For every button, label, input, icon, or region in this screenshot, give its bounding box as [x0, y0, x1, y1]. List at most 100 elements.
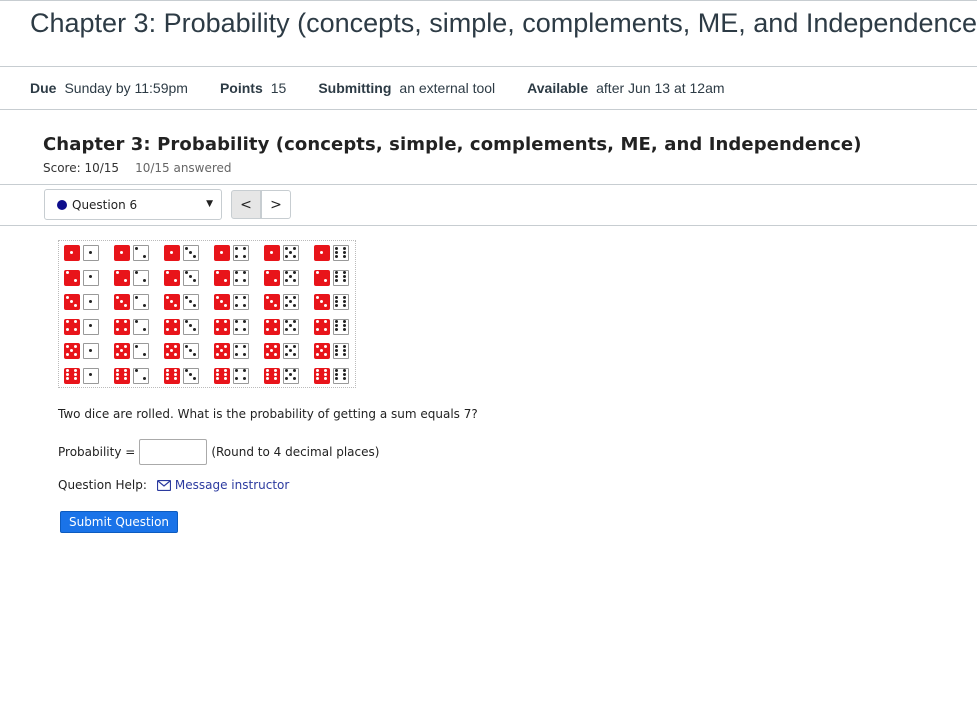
die-pip: [242, 254, 246, 258]
die-pip: [215, 369, 219, 372]
die-pip: [192, 328, 196, 331]
die-pip: [265, 320, 269, 323]
die-face-2-icon: [314, 269, 330, 286]
die-pip: [115, 295, 119, 299]
die-pip: [73, 352, 77, 356]
die-pip: [269, 299, 273, 303]
die-pip: [65, 344, 69, 348]
die-pip: [273, 352, 277, 356]
die-pip: [288, 299, 292, 303]
die-pip: [242, 352, 246, 356]
die-pip: [69, 250, 73, 254]
submit-question-button[interactable]: Submit Question: [60, 511, 178, 533]
die-pip: [73, 373, 77, 376]
die-pip: [69, 299, 73, 303]
previous-question-button[interactable]: <: [231, 190, 261, 219]
die-pip: [173, 303, 177, 307]
die-pip: [242, 328, 246, 331]
die-pip: [234, 271, 238, 274]
die-pip: [284, 369, 288, 372]
die-face-1-icon: [83, 294, 99, 310]
quiz-title: Chapter 3: Probability (concepts, simple…: [43, 134, 862, 155]
die-face-4-icon: [64, 318, 80, 335]
status-dot-icon: [57, 199, 67, 210]
die-face-6-icon: [214, 367, 230, 384]
die-pip: [134, 246, 138, 250]
die-pip: [65, 352, 69, 356]
die-pip: [334, 279, 338, 282]
die-face-5-icon: [283, 343, 299, 359]
die-pip: [342, 344, 346, 348]
die-pip: [184, 271, 188, 274]
die-pip: [334, 320, 338, 323]
die-face-3-icon: [314, 294, 330, 310]
die-pip: [265, 328, 269, 331]
die-face-6-icon: [114, 367, 130, 384]
die-pip: [65, 271, 69, 274]
dice-outcomes-image: [58, 240, 356, 388]
die-pip: [334, 369, 338, 372]
message-instructor-link[interactable]: Message instructor: [175, 478, 289, 492]
die-pip: [273, 373, 277, 376]
die-pip: [334, 352, 338, 356]
die-pip: [134, 344, 138, 348]
score: Score: 10/15: [43, 161, 120, 175]
die-pip: [234, 344, 238, 348]
die-pip: [319, 348, 323, 352]
die-pip: [173, 279, 177, 282]
die-pip: [242, 295, 246, 299]
die-face-6-icon: [264, 367, 280, 384]
die-pip: [342, 279, 346, 282]
die-pip: [184, 295, 188, 299]
quiz-panel: Chapter 3: Probability (concepts, simple…: [0, 134, 977, 226]
die-face-4-icon: [233, 318, 249, 335]
die-face-1-icon: [164, 245, 180, 261]
die-pip: [269, 250, 273, 254]
die-pip: [273, 328, 277, 331]
die-face-6-icon: [333, 367, 349, 384]
die-pip: [319, 250, 323, 254]
die-face-4-icon: [314, 318, 330, 335]
die-pip: [69, 348, 73, 352]
die-pip: [119, 299, 123, 303]
die-pip: [115, 320, 119, 323]
die-pip: [115, 352, 119, 356]
die-pip: [192, 279, 196, 282]
page-title: Chapter 3: Probability (concepts, simple…: [30, 8, 977, 38]
chevron-left-icon: <: [240, 196, 252, 213]
die-pip: [284, 328, 288, 331]
die-pip: [219, 348, 223, 352]
dropdown-caret-icon: ▼: [206, 199, 213, 209]
die-pip: [215, 373, 219, 376]
die-pip: [265, 295, 269, 299]
die-pip: [265, 271, 269, 274]
die-pip: [123, 369, 127, 372]
probability-input[interactable]: [139, 439, 208, 465]
die-face-2-icon: [133, 343, 149, 359]
die-pip: [165, 373, 169, 376]
points-value: 15: [270, 80, 287, 96]
die-pip: [334, 348, 338, 352]
die-pip: [188, 324, 192, 327]
die-pip: [65, 373, 69, 376]
die-pip: [123, 373, 127, 376]
die-pip: [223, 369, 227, 372]
die-pip: [192, 303, 196, 307]
die-face-6-icon: [333, 343, 349, 359]
die-pip: [342, 299, 346, 303]
question-select[interactable]: Question 6 ▼: [44, 189, 222, 220]
die-pip: [134, 295, 138, 299]
die-face-2-icon: [114, 269, 130, 286]
die-pip: [223, 344, 227, 348]
next-question-button[interactable]: >: [261, 190, 291, 219]
die-pip: [315, 344, 319, 348]
die-pip: [165, 295, 169, 299]
question-nav-bar: Question 6 ▼ < >: [0, 184, 977, 226]
die-pip: [165, 328, 169, 331]
die-pip: [142, 377, 146, 380]
die-face-2-icon: [164, 269, 180, 286]
due-label: Due: [30, 80, 57, 96]
die-pip: [215, 271, 219, 274]
die-pip: [115, 369, 119, 372]
die-pip: [315, 295, 319, 299]
